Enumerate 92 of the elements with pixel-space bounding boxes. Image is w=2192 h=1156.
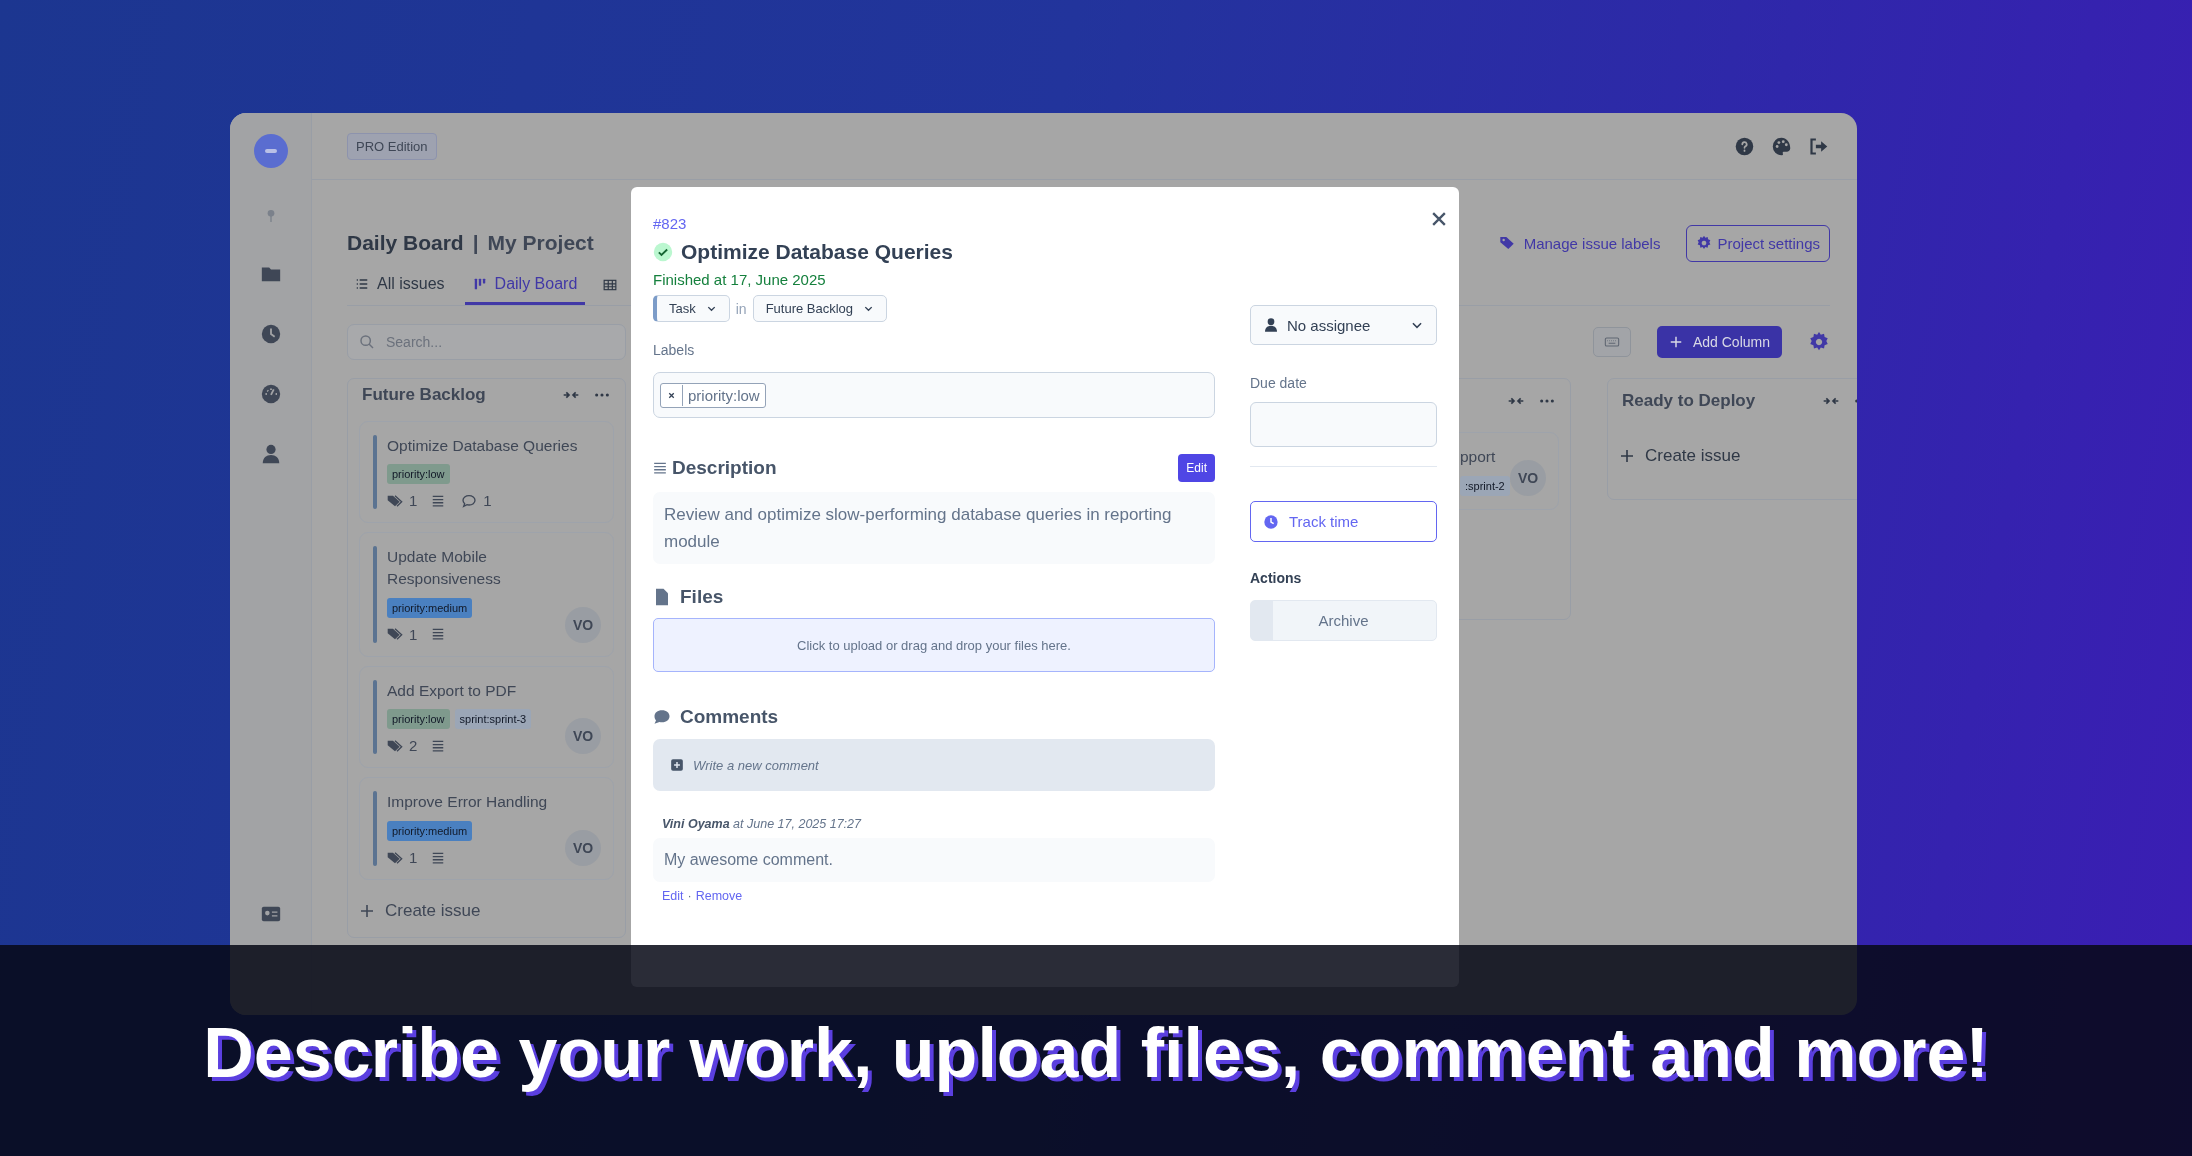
assignee-avatar: VO [565,830,601,866]
file-dropzone[interactable]: Click to upload or drag and drop your files here. [653,618,1215,673]
label-tag: priority:medium [387,597,473,618]
plus-icon [359,903,375,919]
card-title: Add Export to PDF [387,680,518,701]
board-title: Daily Board [347,231,464,255]
help-icon[interactable] [1734,135,1755,157]
tags-icon [387,737,403,754]
label-tag: sprint:sprint-3 [454,709,532,730]
issue-card[interactable]: Update Mobile Responsiveness priority:medium 1 VO [359,532,614,657]
track-time-button[interactable]: Track time [1250,501,1437,542]
card-title: Update Mobile Responsiveness [387,547,502,589]
issue-number: #823 [653,215,688,232]
project-settings-button[interactable]: Project settings [1686,224,1830,262]
assignee-avatar: VO [565,606,601,643]
section-heading: Files [680,586,724,609]
user-icon [1263,317,1279,333]
title-separator: | [472,231,479,255]
description-icon [653,461,667,475]
logo-icon[interactable] [252,133,289,169]
type-select[interactable]: Task [653,295,730,322]
comment-icon [461,492,478,509]
card-title: Optimize Database Queries [387,435,579,456]
tags-icon [387,492,403,509]
new-comment-field[interactable]: Write a new comment [653,739,1215,792]
issue-card[interactable]: Improve Error Handling priority:medium 1 VO [359,777,614,880]
label-count: 1 [409,625,418,643]
create-issue-button[interactable]: Create issue [359,889,614,921]
gauge-icon[interactable] [259,383,282,405]
add-column-button[interactable]: Add Column [1656,326,1782,358]
search-field[interactable]: Search... [347,324,626,360]
remove-link[interactable]: Remove [695,889,743,904]
comment-count: 1 [483,492,492,510]
comment-meta: Vini Oyama at June 17, 2025 17:27 [661,817,863,832]
label-tag: priority:medium [387,821,473,841]
section-heading: Description [672,457,777,479]
due-date-field[interactable] [1250,402,1437,447]
edit-link[interactable]: Edit [662,889,684,904]
column-select[interactable]: Future Backlog [752,295,888,322]
actions-heading: Actions [1250,570,1303,586]
assignee-avatar: VO [1510,459,1546,496]
table-icon[interactable] [603,278,618,292]
labels-field[interactable]: priority:low [653,372,1215,418]
tag-icon [1498,235,1515,251]
finished-date: Finished at 17, June 2025 [653,271,827,288]
list-icon [355,276,369,291]
issue-title: Optimize Database Queries [681,240,953,264]
tags-icon [387,626,403,643]
label-count: 1 [409,849,418,866]
in-label: in [735,300,747,317]
description-text: Review and optimize slow-performing database queries in reporting module [653,492,1215,565]
section-heading: Comments [680,706,779,729]
plus-icon [1619,448,1635,464]
column-title: Future Backlog [362,385,486,406]
project-name: My Project [487,231,594,255]
label-tag: priority:low [387,464,450,485]
card-title: pport [1460,447,1497,467]
create-issue-button[interactable]: Create issue [1619,440,1857,466]
view-tab[interactable]: Daily Board [464,265,586,305]
clock-icon [1263,513,1279,530]
gear-icon [1696,235,1713,251]
label-chip[interactable]: priority:low [660,382,766,408]
link-separator: · [687,889,692,904]
palette-icon[interactable] [1771,135,1792,157]
tags-icon [387,849,403,866]
plus-icon [1668,335,1683,349]
comment-text: My awesome comment. [653,838,1215,883]
label-tag: :sprint-2 [1460,475,1510,496]
view-tab[interactable]: All issues [347,265,453,305]
manage-labels-link[interactable]: Manage issue labels [1498,234,1661,252]
edition-badge: PRO Edition [347,132,437,160]
issue-card[interactable]: Add Export to PDF priority:low sprint:sprint-3 2 VO [359,665,614,769]
logout-icon[interactable] [1808,135,1829,157]
assignee-select[interactable]: No assignee [1250,305,1437,345]
keyboard-icon [1603,334,1620,350]
board-icon [472,276,487,291]
settings-icon[interactable] [1808,331,1830,353]
file-icon [653,588,671,607]
label-count: 1 [409,492,418,510]
plus-icon [670,758,684,773]
archive-button[interactable]: Archive [1250,600,1437,641]
clock-icon[interactable] [259,323,282,345]
banner-headline: Describe your work, upload files, comment and more! [203,1015,1989,1092]
due-date-label: Due date [1250,375,1308,391]
labels-label: Labels [653,342,696,358]
column-title: Ready to Deploy [1622,391,1756,411]
card-title: Improve Error Handling [387,792,549,813]
edit-button[interactable]: Edit [1178,454,1215,482]
label-count: 2 [409,737,418,755]
label-tag: priority:low [387,709,450,730]
issue-card[interactable]: Optimize Database Queries priority:low 1 1 [359,420,614,524]
assignee-avatar: VO [565,718,601,755]
